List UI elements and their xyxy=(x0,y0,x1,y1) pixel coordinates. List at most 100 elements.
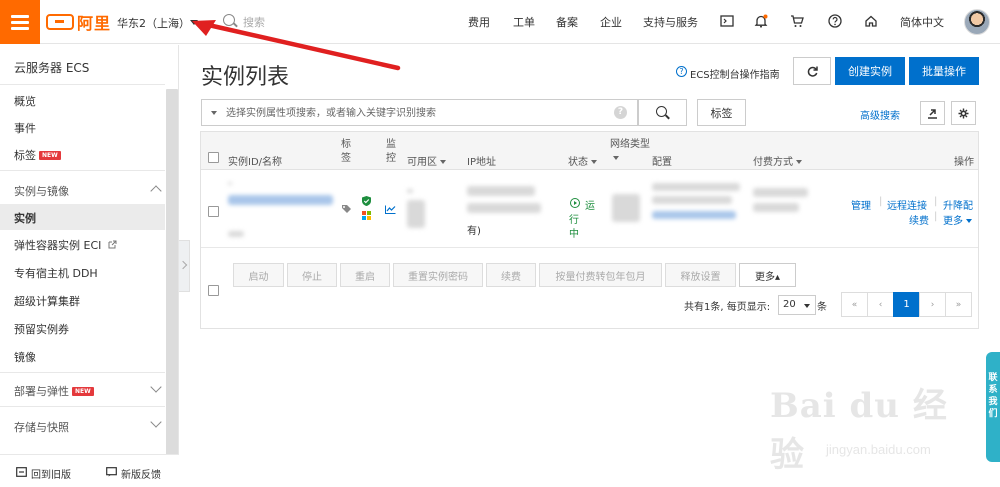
search-button[interactable] xyxy=(638,99,687,126)
bulk-more-button[interactable]: 更多▴ xyxy=(739,263,796,287)
new-version-feedback[interactable]: 新版反馈 xyxy=(121,466,161,481)
contact-us-tab[interactable]: 联系我们 xyxy=(986,352,1000,462)
refresh-button[interactable] xyxy=(793,57,831,85)
first-page-button[interactable]: « xyxy=(841,292,868,317)
menu-icon[interactable] xyxy=(0,0,40,44)
caret-down-icon xyxy=(966,219,972,223)
col-config: 配置 xyxy=(652,157,672,168)
aliyun-logo[interactable]: 阿里 xyxy=(46,11,111,33)
export-button[interactable] xyxy=(920,101,945,125)
sidebar-item-ddh[interactable]: 专有宿主机 DDH xyxy=(14,265,98,281)
config-link-redacted[interactable] xyxy=(652,211,736,219)
resize-link[interactable]: 升降配 xyxy=(943,197,973,212)
sidebar-group-instances[interactable]: 实例与镜像 xyxy=(14,183,69,199)
chevron-down-icon[interactable] xyxy=(150,381,162,393)
batch-operation-button[interactable]: 批量操作 xyxy=(909,57,979,85)
sidebar-group-storage[interactable]: 存储与快照 xyxy=(14,419,69,435)
chevron-down-icon[interactable] xyxy=(150,416,162,428)
security-shield-icon[interactable] xyxy=(362,196,371,206)
sidebar-item-scc[interactable]: 超级计算集群 xyxy=(14,293,80,309)
tag-filter-button[interactable]: 标签 xyxy=(697,99,746,126)
ip-suffix: 有) xyxy=(467,226,481,237)
back-to-old-version[interactable]: 回到旧版 xyxy=(31,466,71,481)
nav-enterprise[interactable]: 企业 xyxy=(600,14,622,30)
chevron-up-icon[interactable] xyxy=(150,185,162,197)
footer-select-all-checkbox[interactable] xyxy=(208,285,219,296)
col-network[interactable]: 网络类型 xyxy=(610,138,650,166)
settings-button[interactable] xyxy=(951,101,976,125)
nav-billing[interactable]: 费用 xyxy=(468,14,490,30)
sidebar-item-instances[interactable]: 实例 xyxy=(14,210,36,226)
row-checkbox[interactable] xyxy=(208,206,219,217)
release-settings-button[interactable]: 释放设置 xyxy=(665,263,736,287)
language-selector[interactable]: 简体中文 xyxy=(900,14,944,30)
select-all-checkbox[interactable] xyxy=(208,152,219,163)
next-page-button[interactable]: › xyxy=(919,292,946,317)
logo-text: 阿里 xyxy=(77,14,112,33)
reset-password-button[interactable]: 重置实例密码 xyxy=(393,263,483,287)
advanced-search-link[interactable]: 高级搜索 xyxy=(860,107,900,122)
sidebar-group-deploy[interactable]: 部署与弹性 NEW xyxy=(14,383,94,399)
export-icon xyxy=(928,108,937,119)
sidebar-footer: 回到旧版 新版反馈 xyxy=(0,454,179,487)
monitor-chart-icon[interactable] xyxy=(385,205,396,214)
col-instance-id: 实例ID/名称 xyxy=(228,157,283,168)
caret-down-icon[interactable] xyxy=(211,111,217,115)
page-1-button[interactable]: 1 xyxy=(893,292,920,317)
sidebar-item-overview[interactable]: 概览 xyxy=(14,93,36,109)
pagination-summary: 共有1条, 每页显示: xyxy=(684,302,771,313)
console-guide-link[interactable]: ECS控制台操作指南 xyxy=(690,66,780,81)
help-icon[interactable] xyxy=(828,14,842,28)
renew-link[interactable]: 续费 xyxy=(909,212,929,227)
new-badge: NEW xyxy=(72,387,94,396)
prev-page-button[interactable]: ‹ xyxy=(867,292,894,317)
sidebar-scrollbar[interactable] xyxy=(166,89,178,474)
restart-button[interactable]: 重启 xyxy=(340,263,390,287)
caret-down-icon xyxy=(591,160,597,164)
sidebar-item-tags[interactable]: 标签 NEW xyxy=(14,147,61,163)
avatar[interactable] xyxy=(964,9,990,35)
tag-icon[interactable] xyxy=(341,204,352,214)
ip-redacted xyxy=(467,186,535,196)
separator: | xyxy=(879,196,883,207)
nav-tickets[interactable]: 工单 xyxy=(513,14,535,30)
col-billing[interactable]: 付费方式 xyxy=(753,153,802,168)
sidebar-item-eci[interactable]: 弹性容器实例 ECI xyxy=(14,237,117,253)
ip-redacted xyxy=(467,203,541,213)
sidebar-divider xyxy=(0,84,165,85)
search-help-icon[interactable]: ? xyxy=(614,106,627,119)
col-status-label: 状态 xyxy=(568,157,588,168)
manage-link[interactable]: 管理 xyxy=(851,197,871,212)
nav-support[interactable]: 支持与服务 xyxy=(643,14,698,30)
remote-connect-link[interactable]: 远程连接 xyxy=(887,197,927,212)
sidebar-item-images[interactable]: 镜像 xyxy=(14,349,36,365)
gear-icon xyxy=(958,108,969,118)
last-page-button[interactable]: » xyxy=(945,292,972,317)
page-size-select[interactable]: 20 xyxy=(778,295,816,315)
search-icon xyxy=(656,106,667,117)
sidebar-collapse-toggle[interactable] xyxy=(179,240,190,292)
renew-button[interactable]: 续费 xyxy=(486,263,536,287)
sidebar-item-events[interactable]: 事件 xyxy=(14,120,36,136)
instance-search-box[interactable]: ? xyxy=(201,99,638,126)
convert-billing-button[interactable]: 按量付费转包年包月 xyxy=(539,263,662,287)
home-icon[interactable] xyxy=(864,14,878,28)
watermark-main: Bai du 经验 xyxy=(770,386,948,475)
region-selector[interactable]: 华东2（上海） xyxy=(117,15,190,31)
more-actions-link[interactable]: 更多 xyxy=(943,212,972,227)
cart-icon[interactable] xyxy=(790,14,804,28)
col-status[interactable]: 状态 xyxy=(568,153,597,168)
sidebar-item-reserved[interactable]: 预留实例券 xyxy=(14,321,69,337)
instance-search-input[interactable] xyxy=(226,104,606,122)
col-zone[interactable]: 可用区 xyxy=(407,153,446,168)
pagination-unit: 条 xyxy=(817,302,827,313)
sidebar-divider xyxy=(0,406,165,407)
stop-button[interactable]: 停止 xyxy=(287,263,337,287)
create-instance-button[interactable]: 创建实例 xyxy=(835,57,905,85)
bell-icon[interactable] xyxy=(754,14,768,28)
terminal-icon[interactable] xyxy=(720,14,734,28)
config-redacted xyxy=(652,196,732,204)
start-button[interactable]: 启动 xyxy=(233,263,284,287)
nav-icp[interactable]: 备案 xyxy=(556,14,578,30)
instance-name-redacted[interactable] xyxy=(228,195,333,205)
